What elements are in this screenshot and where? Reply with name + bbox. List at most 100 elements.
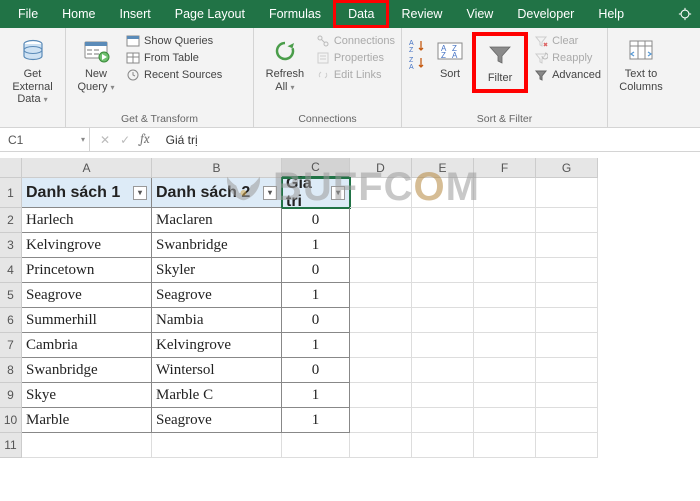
cell-9-B[interactable]: Marble C <box>152 383 282 408</box>
cell-6-B[interactable]: Nambia <box>152 308 282 333</box>
cell-6-A[interactable]: Summerhill <box>22 308 152 333</box>
tab-view[interactable]: View <box>454 0 505 28</box>
header-B[interactable]: Danh sách 2▾ <box>152 178 282 208</box>
cancel-formula-icon: ✕ <box>100 133 110 147</box>
cell-7-A[interactable]: Cambria <box>22 333 152 358</box>
cell-5-B[interactable]: Seagrove <box>152 283 282 308</box>
refresh-icon <box>270 36 300 66</box>
properties-button: Properties <box>316 51 395 65</box>
sort-asc-icon[interactable]: AZ <box>408 38 428 54</box>
cell-9-C[interactable]: 1 <box>282 383 350 408</box>
cell-10-C[interactable]: 1 <box>282 408 350 433</box>
worksheet-grid[interactable]: A B C D E F G 1 Danh sách 1▾ Danh sách 2… <box>0 158 700 208</box>
show-queries-button[interactable]: Show Queries <box>126 34 222 48</box>
name-box[interactable]: C1▾ <box>0 128 90 151</box>
svg-text:Z: Z <box>409 57 414 64</box>
row-3[interactable]: 3 <box>0 233 22 258</box>
filter-label: Filter <box>488 72 512 85</box>
row-7[interactable]: 7 <box>0 333 22 358</box>
filter-button[interactable]: Filter <box>476 36 524 89</box>
svg-text:A: A <box>409 40 414 47</box>
row-9[interactable]: 9 <box>0 383 22 408</box>
advanced-filter-button[interactable]: Advanced <box>534 68 601 82</box>
tell-me-icon[interactable] <box>678 7 692 21</box>
tab-file[interactable]: File <box>6 0 50 28</box>
cell-7-C[interactable]: 1 <box>282 333 350 358</box>
col-E[interactable]: E <box>412 158 474 178</box>
reapply-icon <box>534 51 548 65</box>
tab-help[interactable]: Help <box>586 0 636 28</box>
filter-dropdown-B[interactable]: ▾ <box>263 186 277 200</box>
cell-8-C[interactable]: 0 <box>282 358 350 383</box>
cell-4-A[interactable]: Princetown <box>22 258 152 283</box>
cell-4-C[interactable]: 0 <box>282 258 350 283</box>
row-5[interactable]: 5 <box>0 283 22 308</box>
filter-dropdown-C[interactable]: ▾ <box>331 186 345 200</box>
cell-3-B[interactable]: Swanbridge <box>152 233 282 258</box>
cell-6-C[interactable]: 0 <box>282 308 350 333</box>
row-4[interactable]: 4 <box>0 258 22 283</box>
row-6[interactable]: 6 <box>0 308 22 333</box>
fx-icon[interactable]: fx <box>140 132 150 147</box>
row-8[interactable]: 8 <box>0 358 22 383</box>
recent-sources-button[interactable]: Recent Sources <box>126 68 222 82</box>
cell-8-A[interactable]: Swanbridge <box>22 358 152 383</box>
row-11[interactable]: 11 <box>0 433 22 458</box>
cell-8-B[interactable]: Wintersol <box>152 358 282 383</box>
col-B[interactable]: B <box>152 158 282 178</box>
cell-5-C[interactable]: 1 <box>282 283 350 308</box>
tab-page-layout[interactable]: Page Layout <box>163 0 257 28</box>
cell-2-A[interactable]: Harlech <box>22 208 152 233</box>
cell-10-B[interactable]: Seagrove <box>152 408 282 433</box>
data-rows: 2HarlechMaclaren03KelvingroveSwanbridge1… <box>0 208 700 433</box>
sort-label: Sort <box>440 68 460 81</box>
col-F[interactable]: F <box>474 158 536 178</box>
svg-text:Z: Z <box>409 47 414 54</box>
tab-data-highlight[interactable]: Data <box>333 0 389 28</box>
from-table-button[interactable]: From Table <box>126 51 222 65</box>
new-query-label: NewQuery ▾ <box>77 68 114 93</box>
cell-4-B[interactable]: Skyler <box>152 258 282 283</box>
text-to-columns-button[interactable]: Text toColumns <box>614 32 668 93</box>
tab-home[interactable]: Home <box>50 0 107 28</box>
sort-button[interactable]: AZZA Sort <box>434 32 466 81</box>
tab-review[interactable]: Review <box>389 0 454 28</box>
row-1[interactable]: 1 <box>0 178 22 208</box>
cell-2-C[interactable]: 0 <box>282 208 350 233</box>
tab-insert[interactable]: Insert <box>108 0 163 28</box>
formula-value[interactable]: Giá trị <box>160 133 198 147</box>
cell-3-C[interactable]: 1 <box>282 233 350 258</box>
tab-formulas[interactable]: Formulas <box>257 0 333 28</box>
group-connections-label: Connections <box>260 111 395 125</box>
cell-5-A[interactable]: Seagrove <box>22 283 152 308</box>
col-D[interactable]: D <box>350 158 412 178</box>
clear-filter-button: Clear <box>534 34 601 48</box>
sort-desc-icon[interactable]: ZA <box>408 55 428 71</box>
new-query-button[interactable]: NewQuery ▾ <box>72 32 120 93</box>
row-2[interactable]: 2 <box>0 208 22 233</box>
group-get-transform-label: Get & Transform <box>72 111 247 125</box>
svg-text:A: A <box>409 64 414 71</box>
cell-3-A[interactable]: Kelvingrove <box>22 233 152 258</box>
cell-10-A[interactable]: Marble <box>22 408 152 433</box>
header-C[interactable]: Giá trị▾ <box>282 178 350 208</box>
filter-button-highlight: Filter <box>472 32 528 93</box>
col-G[interactable]: G <box>536 158 598 178</box>
header-A[interactable]: Danh sách 1▾ <box>22 178 152 208</box>
text-to-columns-label: Text toColumns <box>619 68 662 93</box>
from-table-icon <box>126 51 140 65</box>
tab-data[interactable]: Data <box>348 7 374 21</box>
get-external-data-label: Get ExternalData ▾ <box>6 68 59 106</box>
name-box-dropdown-icon[interactable]: ▾ <box>81 135 85 144</box>
row-10[interactable]: 10 <box>0 408 22 433</box>
refresh-all-label: RefreshAll ▾ <box>266 68 305 93</box>
filter-dropdown-A[interactable]: ▾ <box>133 186 147 200</box>
get-external-data-button[interactable]: Get ExternalData ▾ <box>6 32 59 106</box>
cell-7-B[interactable]: Kelvingrove <box>152 333 282 358</box>
tab-developer[interactable]: Developer <box>505 0 586 28</box>
select-all-corner[interactable] <box>0 158 22 178</box>
cell-2-B[interactable]: Maclaren <box>152 208 282 233</box>
cell-9-A[interactable]: Skye <box>22 383 152 408</box>
col-A[interactable]: A <box>22 158 152 178</box>
refresh-all-button[interactable]: RefreshAll ▾ <box>260 32 310 93</box>
